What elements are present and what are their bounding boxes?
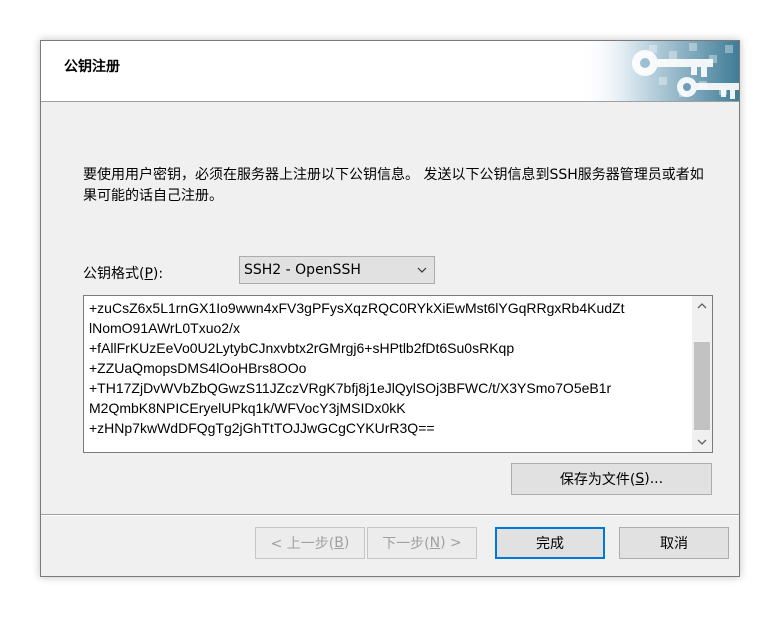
save-to-file-button[interactable]: 保存为文件(S)... [511, 463, 712, 495]
finish-button[interactable]: 完成 [495, 527, 605, 559]
key-line: +ZZUaQmopsDMS4lOoHBrs8OOo [89, 360, 307, 376]
next-button[interactable]: 下一步(N) > [367, 527, 477, 559]
footer-divider [41, 514, 739, 516]
public-key-textarea[interactable]: +zuCsZ6x5L1rnGX1Io9wwn4xFV3gPFysXqzRQC0R… [83, 295, 713, 453]
public-key-registration-dialog: 公钥注册 要使用用户密钥，必须在服务器上注册以下公钥信息。 发送以下公钥信息到S… [40, 40, 740, 577]
key-line: lNomO91AWrL0Txuo2/x [89, 320, 240, 336]
key-format-value: SSH2 - OpenSSH [244, 262, 361, 278]
scroll-down-arrow-icon[interactable] [692, 432, 712, 452]
back-button[interactable]: < 上一步(B) [255, 527, 365, 559]
key-line: M2QmbK8NPICEryelUPkq1k/WFVocY3jMSIDx0kK [89, 400, 406, 416]
scroll-up-arrow-icon[interactable] [692, 296, 712, 316]
vertical-scrollbar[interactable] [692, 296, 712, 452]
key-line: +zHNp7kwWdDFQgTg2jGhTtTOJJwGCgCYKUrR3Q== [89, 420, 435, 436]
public-key-text: +zuCsZ6x5L1rnGX1Io9wwn4xFV3gPFysXqzRQC0R… [89, 298, 687, 438]
dialog-title: 公钥注册 [64, 59, 120, 75]
key-line: +fAllFrKUzEeVo0U2LytybCJnxvbtx2rGMrgj6+s… [89, 340, 515, 356]
chevron-down-icon [417, 267, 427, 273]
dialog-header: 公钥注册 [41, 41, 739, 102]
key-line: +zuCsZ6x5L1rnGX1Io9wwn4xFV3gPFysXqzRQC0R… [89, 300, 625, 316]
key-format-dropdown[interactable]: SSH2 - OpenSSH [239, 256, 435, 284]
instructions-text: 要使用用户密钥，必须在服务器上注册以下公钥信息。 发送以下公钥信息到SSH服务器… [83, 167, 704, 204]
key-format-label: 公钥格式(P): [83, 266, 164, 282]
scrollbar-thumb[interactable] [694, 342, 710, 430]
key-line: +TH17ZjDvWVbZbQGwzS11JZczVRgK7bfj8j1eJlQ… [89, 380, 612, 396]
cancel-button[interactable]: 取消 [619, 527, 729, 559]
keys-banner-icon [579, 41, 739, 101]
